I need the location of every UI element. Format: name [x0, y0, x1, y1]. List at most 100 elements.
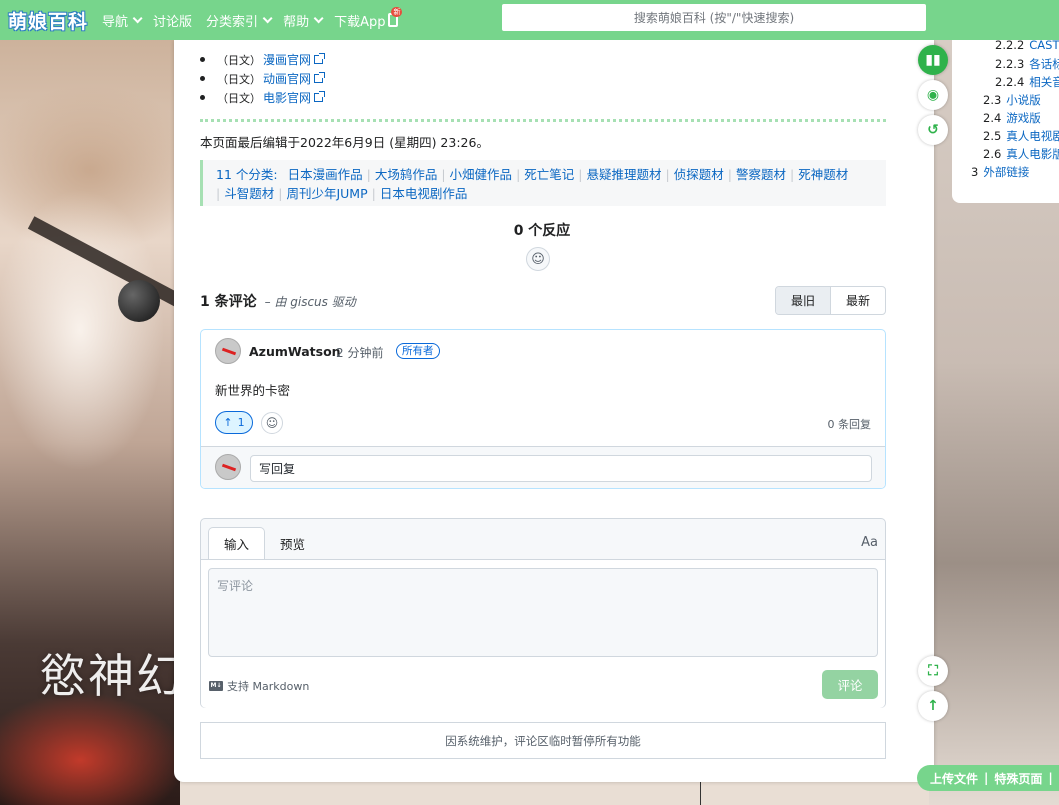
sort-newest-button[interactable]: 最新 — [831, 287, 885, 314]
nav-download-label: 下载App — [334, 14, 386, 30]
category-separator: | — [578, 167, 583, 182]
arrow-up-icon: ↑ — [223, 416, 233, 429]
toc-title: 相关音 — [1029, 75, 1059, 89]
book-icon[interactable]: ▮▮ — [918, 45, 948, 75]
external-links-list: （日文） 漫画官网 （日文） 动画官网 （日文） 电影官网 — [200, 50, 326, 107]
list-item: （日文） 动画官网 — [200, 69, 326, 88]
category-link[interactable]: 死亡笔记 — [524, 167, 574, 182]
toc-item[interactable]: 2.2.4 相关音 — [995, 74, 1059, 90]
special-pages-link[interactable]: 特殊页面 — [994, 770, 1042, 787]
nav-forum[interactable]: 讨论版 — [153, 11, 192, 30]
category-link[interactable]: 侦探题材 — [674, 167, 724, 182]
category-link[interactable]: 警察题材 — [736, 167, 786, 182]
upload-file-link[interactable]: 上传文件 — [930, 770, 978, 787]
comment-count: 1 条评论 — [200, 294, 257, 310]
toc-number: 2.6 — [983, 147, 1002, 161]
last-edit-info: 本页面最后编辑于2022年6月9日 (星期四) 23:26。 — [200, 135, 489, 150]
smiley-icon[interactable]: ☺ — [526, 247, 550, 271]
markdown-label: 支持 Markdown — [227, 680, 310, 693]
editor-body: 写评论 M↓ 支持 Markdown 评论 — [201, 559, 885, 708]
search-input[interactable]: 搜索萌娘百科 (按"/"快速搜索) — [502, 4, 926, 31]
comment-time[interactable]: 2 分钟前 — [336, 344, 383, 361]
category-separator: | — [516, 167, 521, 182]
external-link-icon — [314, 53, 326, 64]
smiley-icon[interactable]: ☺ — [261, 412, 283, 434]
nav-help[interactable]: 帮助 — [283, 11, 324, 30]
markdown-support[interactable]: M↓ 支持 Markdown — [209, 678, 309, 694]
external-link-icon — [314, 91, 326, 102]
toc-item[interactable]: 2.2.3 各话标 — [995, 56, 1059, 72]
tab-write[interactable]: 输入 — [208, 527, 266, 560]
category-box: 11 个分类: 日本漫画作品 | 大场鸫作品 | 小畑健作品 | 死亡笔记 | 悬疑推理题材 | 侦… — [200, 160, 886, 206]
background-ball — [118, 280, 160, 322]
avatar[interactable] — [215, 338, 241, 364]
phone-icon: 新 — [388, 7, 403, 27]
category-link[interactable]: 小畑健作品 — [450, 167, 513, 182]
comment-textarea[interactable]: 写评论 — [208, 568, 878, 657]
nav-guide[interactable]: 导航 — [102, 11, 143, 30]
toc-item[interactable]: 3 外部链接 — [971, 164, 1029, 180]
category-separator: | — [727, 167, 732, 182]
reactions-title: 0 个反应 — [513, 223, 571, 239]
category-separator: | — [216, 186, 221, 201]
chevron-down-icon — [313, 12, 324, 23]
nav-category-index[interactable]: 分类索引 — [206, 11, 273, 30]
eye-icon[interactable]: ◉ — [918, 80, 948, 110]
section-divider — [200, 119, 886, 122]
manga-official-link[interactable]: 漫画官网 — [263, 51, 311, 68]
font-size-toggle[interactable]: Aa — [861, 535, 878, 550]
avatar — [215, 454, 241, 480]
arrow-up-icon[interactable]: ↑ — [918, 691, 948, 721]
toc-item[interactable]: 2.4 游戏版 — [983, 110, 1041, 126]
fullscreen-icon[interactable]: ⛶ — [918, 656, 948, 686]
site-logo[interactable]: 萌娘百科 — [8, 7, 88, 34]
toc-item[interactable]: 2.6 真人电影版 — [983, 146, 1059, 162]
nav-download-app[interactable]: 下载App 新 — [334, 7, 403, 30]
toc-item[interactable]: 2.3 小说版 — [983, 92, 1041, 108]
history-icon[interactable]: ↺ — [918, 115, 948, 145]
footer-tools-bar: 上传文件 | 特殊页面 | — [917, 765, 1059, 791]
movie-official-link[interactable]: 电影官网 — [263, 89, 311, 106]
tab-preview[interactable]: 预览 — [265, 527, 320, 560]
nav-forum-label: 讨论版 — [153, 14, 193, 30]
category-link[interactable]: 斗智题材 — [224, 186, 274, 201]
owner-badge: 所有者 — [396, 343, 440, 359]
comments-header: 1 条评论 – 由 giscus 驱动 — [200, 291, 356, 311]
link-lang: （日文） — [217, 91, 261, 105]
category-link[interactable]: 大场鸫作品 — [375, 167, 438, 182]
chevron-down-icon — [262, 12, 273, 23]
link-lang: （日文） — [217, 53, 261, 67]
category-link[interactable]: 日本漫画作品 — [288, 167, 363, 182]
toc-title: 小说版 — [1006, 93, 1041, 107]
nav-help-label: 帮助 — [283, 14, 310, 30]
list-item: （日文） 漫画官网 — [200, 50, 326, 69]
anime-official-link[interactable]: 动画官网 — [263, 70, 311, 87]
toc-title: 真人电视剧 — [1006, 129, 1059, 143]
upvote-count: 1 — [237, 416, 245, 429]
category-separator: | — [366, 167, 371, 182]
category-link[interactable]: 悬疑推理题材 — [587, 167, 662, 182]
upvote-button[interactable]: ↑ 1 — [215, 411, 253, 434]
sort-toggle: 最旧 最新 — [775, 286, 886, 315]
background-title: 慾神幻 — [40, 649, 184, 703]
content-panel: （日文） 漫画官网 （日文） 动画官网 （日文） 电影官网 本页面最后编辑于2022年… — [174, 40, 934, 782]
toc-title: 各话标 — [1029, 57, 1059, 71]
sort-oldest-button[interactable]: 最旧 — [776, 287, 831, 314]
giscus-credit[interactable]: – 由 giscus 驱动 — [265, 293, 356, 310]
link-lang: （日文） — [217, 72, 261, 86]
toc-number: 2.5 — [983, 129, 1002, 143]
toc-item[interactable]: 2.5 真人电视剧 — [983, 128, 1059, 144]
toc-title: CAST — [1029, 38, 1059, 52]
background-divider — [700, 782, 701, 805]
comment-author[interactable]: AzumWatson — [249, 344, 341, 359]
category-link[interactable]: 日本电视剧作品 — [380, 186, 468, 201]
categories-label[interactable]: 11 个分类: — [216, 167, 278, 182]
toc-title: 真人电影版 — [1006, 147, 1059, 161]
footer-separator: | — [984, 771, 989, 785]
comment-body: 新世界的卡密 — [215, 383, 291, 398]
reply-input[interactable]: 写回复 — [250, 455, 872, 482]
submit-comment-button[interactable]: 评论 — [822, 670, 878, 699]
category-link[interactable]: 周刊少年JUMP — [286, 186, 367, 201]
toc-item[interactable]: 2.2.2 CAST — [995, 38, 1059, 52]
category-link[interactable]: 死神题材 — [798, 167, 848, 182]
